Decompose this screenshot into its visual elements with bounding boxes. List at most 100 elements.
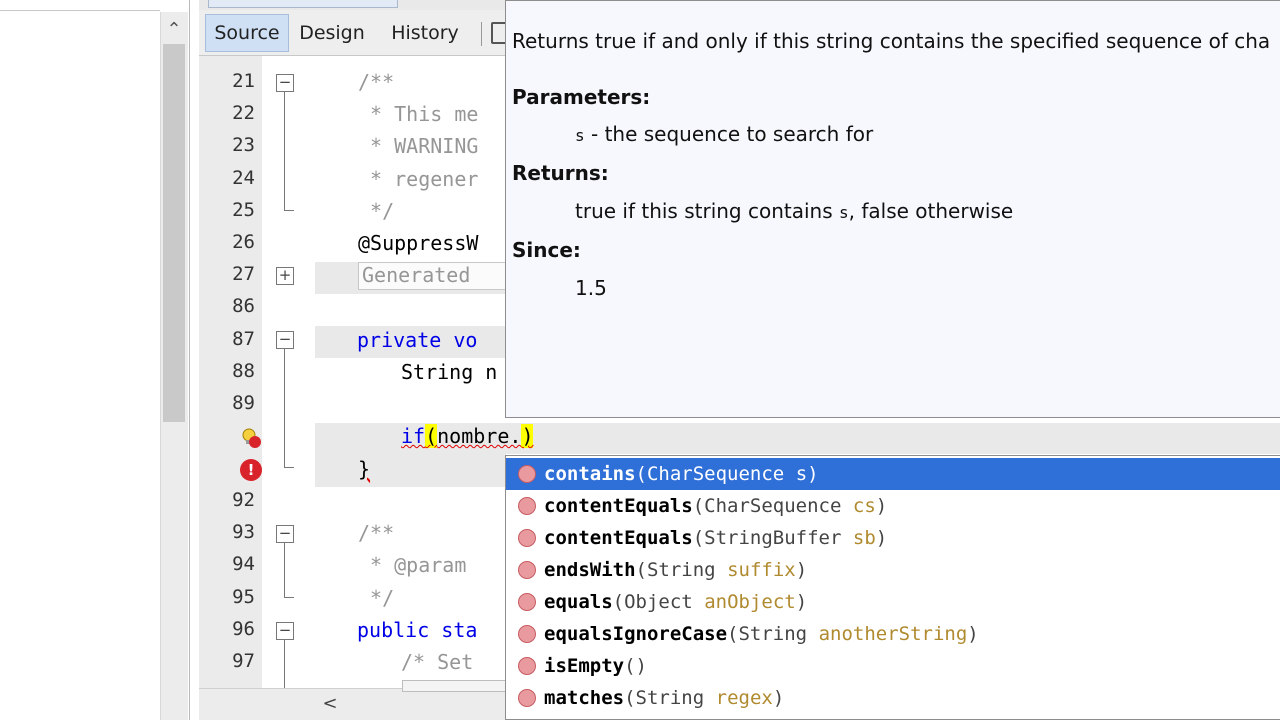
current-line-highlight-extension	[506, 423, 1280, 454]
tab-history[interactable]: History	[384, 14, 466, 52]
completion-item-paren: (	[635, 463, 647, 485]
method-icon	[518, 689, 536, 707]
completion-item-paren: (	[692, 527, 705, 549]
code-line: private vo	[357, 328, 478, 352]
completion-item-param: s	[795, 463, 808, 485]
method-icon	[518, 625, 536, 643]
javadoc-param-desc: - the sequence to search for	[584, 122, 874, 146]
code-completion-list[interactable]: contains(CharSequence s) contentEquals(C…	[505, 455, 1280, 720]
line-number: 24	[232, 167, 255, 189]
completion-item[interactable]: matches(String regex)	[506, 682, 1280, 714]
editor-file-tab[interactable]	[208, 0, 398, 8]
completion-item-type: CharSequence	[646, 463, 785, 485]
current-code-line[interactable]: if(nombre.)	[401, 424, 534, 448]
method-icon	[518, 593, 536, 611]
javadoc-returns-text: true if this string contains	[575, 199, 839, 223]
code-line: public sta	[357, 618, 478, 642]
editor-horizontal-scrollbar[interactable]	[199, 688, 506, 720]
javadoc-returns-tail: , false otherwise	[848, 199, 1014, 223]
line-number: 89	[232, 392, 255, 414]
code-line: * WARNING	[358, 134, 479, 158]
javadoc-since-value: 1.5	[575, 276, 607, 300]
completion-item-paren: (	[727, 623, 739, 645]
completion-item[interactable]: equals(Object anObject)	[506, 586, 1280, 618]
completion-item-paren: (	[692, 495, 705, 517]
completion-item-paren: )	[635, 655, 647, 677]
fold-end	[284, 597, 294, 598]
method-icon	[518, 465, 536, 483]
fold-collapse-icon[interactable]: −	[276, 622, 294, 640]
code-line: Generated	[362, 263, 471, 287]
fold-line	[284, 640, 285, 688]
code-line: /**	[358, 521, 395, 545]
completion-item[interactable]: equalsIgnoreCase(String anotherString)	[506, 618, 1280, 650]
fold-gutter	[262, 56, 310, 688]
line-number: 86	[232, 295, 255, 317]
project-scrollbar-thumb[interactable]	[163, 44, 185, 422]
completion-item-paren: )	[967, 623, 979, 645]
error-line-highlight	[315, 455, 506, 487]
completion-item-type: String	[738, 623, 808, 645]
code-line: @SuppressW	[358, 231, 479, 255]
completion-item-paren: (	[624, 655, 636, 677]
completion-item-paren: )	[875, 495, 888, 517]
line-number: 94	[232, 553, 255, 575]
completion-item-type: CharSequence	[704, 495, 842, 517]
completion-item-param: regex	[715, 687, 773, 709]
completion-item[interactable]: contentEquals(StringBuffer sb)	[506, 522, 1280, 554]
completion-item-param: anObject	[704, 591, 796, 613]
chevron-left-icon[interactable]: <	[320, 690, 340, 716]
toolbar-separator	[481, 22, 482, 46]
chevron-up-icon[interactable]: ⌃	[160, 14, 188, 44]
code-line: */	[358, 199, 395, 223]
code-line: * @param	[358, 553, 467, 577]
line-number: 87	[232, 328, 255, 350]
completion-item-name: equals	[544, 591, 613, 613]
javadoc-param-name: s	[575, 126, 585, 145]
fold-expand-icon[interactable]: +	[276, 267, 294, 285]
completion-item-name: contentEquals	[544, 527, 693, 549]
line-number: 88	[232, 360, 255, 382]
fold-collapse-icon[interactable]: −	[276, 525, 294, 543]
line-number: 92	[232, 489, 255, 511]
code-line: * regener	[358, 167, 479, 191]
line-number: 22	[232, 102, 255, 124]
fold-line	[284, 349, 285, 467]
completion-item-name: matches	[544, 687, 625, 709]
completion-item[interactable]: contentEquals(CharSequence cs)	[506, 490, 1280, 522]
fold-line	[284, 92, 285, 210]
completion-item-name: endsWith	[544, 559, 636, 581]
completion-item-name: isEmpty	[544, 655, 625, 677]
completion-item-param: suffix	[727, 559, 796, 581]
method-icon	[518, 561, 536, 579]
tab-source[interactable]: Source	[205, 14, 289, 52]
javadoc-returns: true if this string contains s, false ot…	[575, 199, 1013, 223]
completion-item-paren: )	[875, 527, 888, 549]
line-number: 27	[232, 263, 255, 285]
fold-end	[284, 210, 294, 211]
if-keyword: if	[401, 424, 426, 448]
completion-item-name: contentEquals	[544, 495, 693, 517]
line-number: 26	[232, 231, 255, 253]
completion-item[interactable]: endsWith(String suffix)	[506, 554, 1280, 586]
line-number: 93	[232, 521, 255, 543]
expression-text: nombre.	[437, 424, 522, 448]
method-icon	[518, 657, 536, 675]
completion-item-param: anotherString	[818, 623, 968, 645]
javadoc-parameter: s - the sequence to search for	[575, 122, 873, 146]
fold-line	[284, 543, 285, 597]
javadoc-description: Returns true if and only if this string …	[512, 29, 1271, 53]
editor-horizontal-scrollbar-thumb[interactable]	[402, 680, 506, 692]
lightbulb-error-icon[interactable]	[240, 427, 262, 449]
completion-item-param: sb	[852, 527, 876, 549]
completion-item-paren: (	[612, 591, 625, 613]
method-icon	[518, 497, 536, 515]
error-icon[interactable]: !	[240, 459, 262, 481]
code-line: }	[358, 457, 371, 481]
completion-item[interactable]: contains(CharSequence s)	[506, 458, 1280, 490]
completion-item[interactable]: isEmpty()	[506, 650, 1280, 682]
tab-design[interactable]: Design	[297, 14, 367, 52]
fold-collapse-icon[interactable]: −	[276, 331, 294, 349]
method-icon	[518, 529, 536, 547]
fold-collapse-icon[interactable]: −	[276, 74, 294, 92]
